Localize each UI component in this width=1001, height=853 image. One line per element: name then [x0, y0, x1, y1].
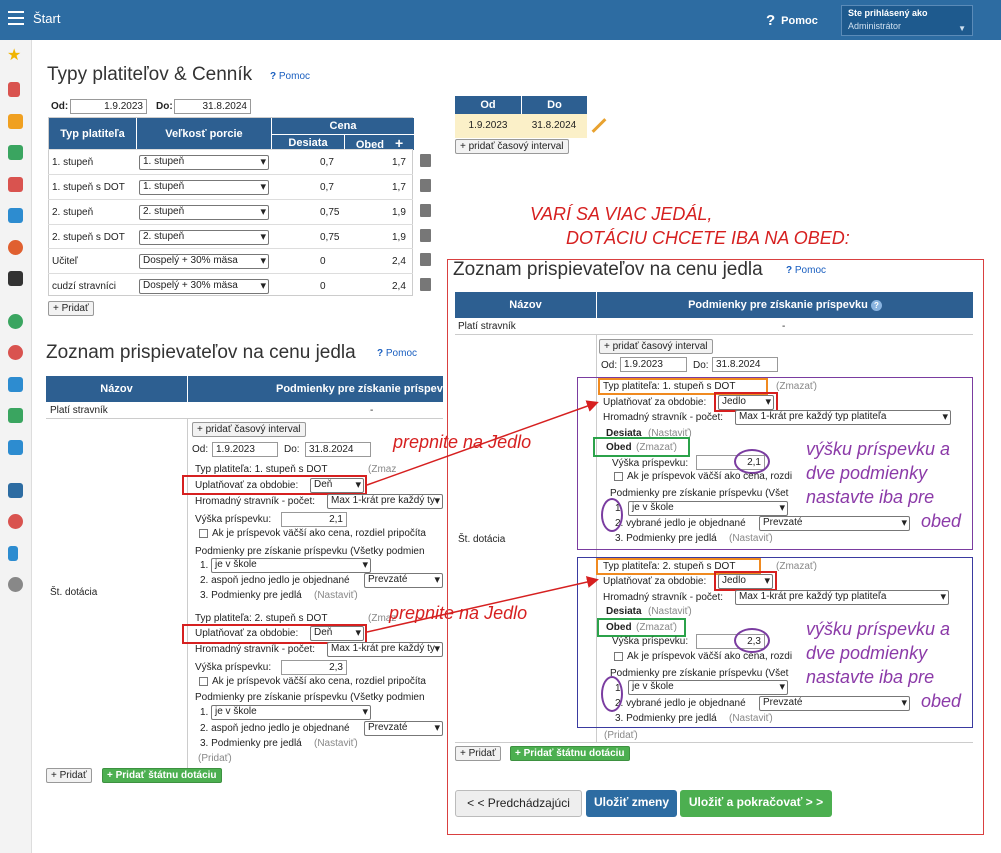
arrow-1 [366, 400, 599, 486]
save-button[interactable]: Uložiť zmeny [586, 790, 677, 817]
arrow-2 [366, 576, 599, 633]
save-continue-button[interactable]: Uložiť a pokračovať > > [680, 790, 832, 817]
previous-button[interactable]: < < Predchádzajúci [455, 790, 582, 817]
annotation-arrows [366, 400, 599, 633]
